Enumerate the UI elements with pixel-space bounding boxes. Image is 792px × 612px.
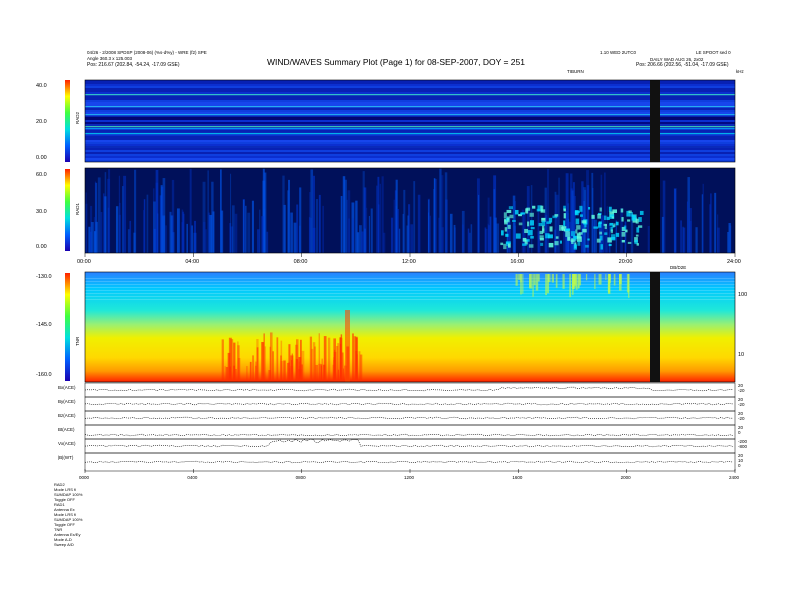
line-plot-right-tick: 0	[738, 463, 741, 468]
time-tick-label: 16:00	[510, 259, 525, 265]
footer-settings: RAD2 Mode LRS fi SUMDAP 100% Toggle OFF …	[54, 482, 82, 547]
line-plot-right-tick: -20	[738, 416, 745, 421]
tnr-note: DB/D2E	[670, 265, 687, 270]
rad1-panel	[84, 167, 736, 254]
line-plot-right-tick: -800	[738, 444, 748, 449]
line-plot-right-tick: -20	[738, 402, 745, 407]
bottom-tick-label: 0800	[295, 475, 306, 480]
line-plot-label: Bt(ACE)	[58, 427, 75, 432]
time-tick-label: 08:00	[293, 259, 308, 265]
line-plot-label: By(ACE)	[58, 399, 76, 404]
summary-plot	[65, 79, 736, 473]
rad2-colorbar	[65, 80, 70, 162]
tnr-panel	[84, 271, 736, 383]
line-plot-right-tick: -20	[738, 388, 745, 393]
tnr-tick-mid: -145.0	[36, 322, 52, 328]
rad1-colorbar	[65, 169, 70, 251]
rad1-tick-top: 60.0	[36, 172, 47, 178]
rad2-panel	[84, 79, 736, 163]
tnr-right-tick-10: 10	[738, 352, 745, 358]
time-tick-label: 00:00	[77, 259, 91, 265]
line-plot-label: |B|(WT)	[58, 455, 74, 460]
rad1-label: RAD1	[75, 202, 80, 215]
rad2-tick-top: 40.0	[36, 83, 47, 89]
tnr-right-tick-100: 100	[738, 292, 748, 298]
line-plots	[84, 382, 736, 472]
bottom-tick-label: 1200	[404, 475, 415, 480]
tnr-tick-bottom: -160.0	[36, 372, 52, 378]
time-tick-label: 24:00	[727, 259, 741, 265]
bottom-tick-label: 2400	[729, 475, 740, 480]
line-plot-label: Bz(ACE)	[58, 413, 76, 418]
tnr-colorbar	[65, 273, 70, 381]
time-tick-label: 04:00	[185, 259, 200, 265]
bottom-tick-label: 2000	[620, 475, 631, 480]
tnr-tick-top: -130.0	[36, 274, 52, 280]
rad2-tick-bottom: 0.00	[36, 155, 47, 161]
tnr-label: TNR	[75, 336, 80, 346]
line-plot-label: Vx(ACE)	[58, 441, 76, 446]
footer-line: Sweep A/D	[54, 542, 74, 547]
rad2-tick-mid: 20.0	[36, 119, 47, 125]
line-plot-right-tick: 0	[738, 430, 741, 435]
rad1-tick-mid: 30.0	[36, 209, 47, 215]
rad2-label: RAD2	[75, 111, 80, 124]
rad1-tick-bottom: 0.00	[36, 244, 47, 250]
bottom-tick-label: 0000	[79, 475, 90, 480]
line-plot-label: Bx(ACE)	[58, 385, 76, 390]
bottom-tick-label: 1600	[512, 475, 523, 480]
time-tick-label: 20:00	[618, 259, 633, 265]
time-tick-label: 12:00	[402, 259, 416, 265]
bottom-tick-label: 0400	[187, 475, 198, 480]
